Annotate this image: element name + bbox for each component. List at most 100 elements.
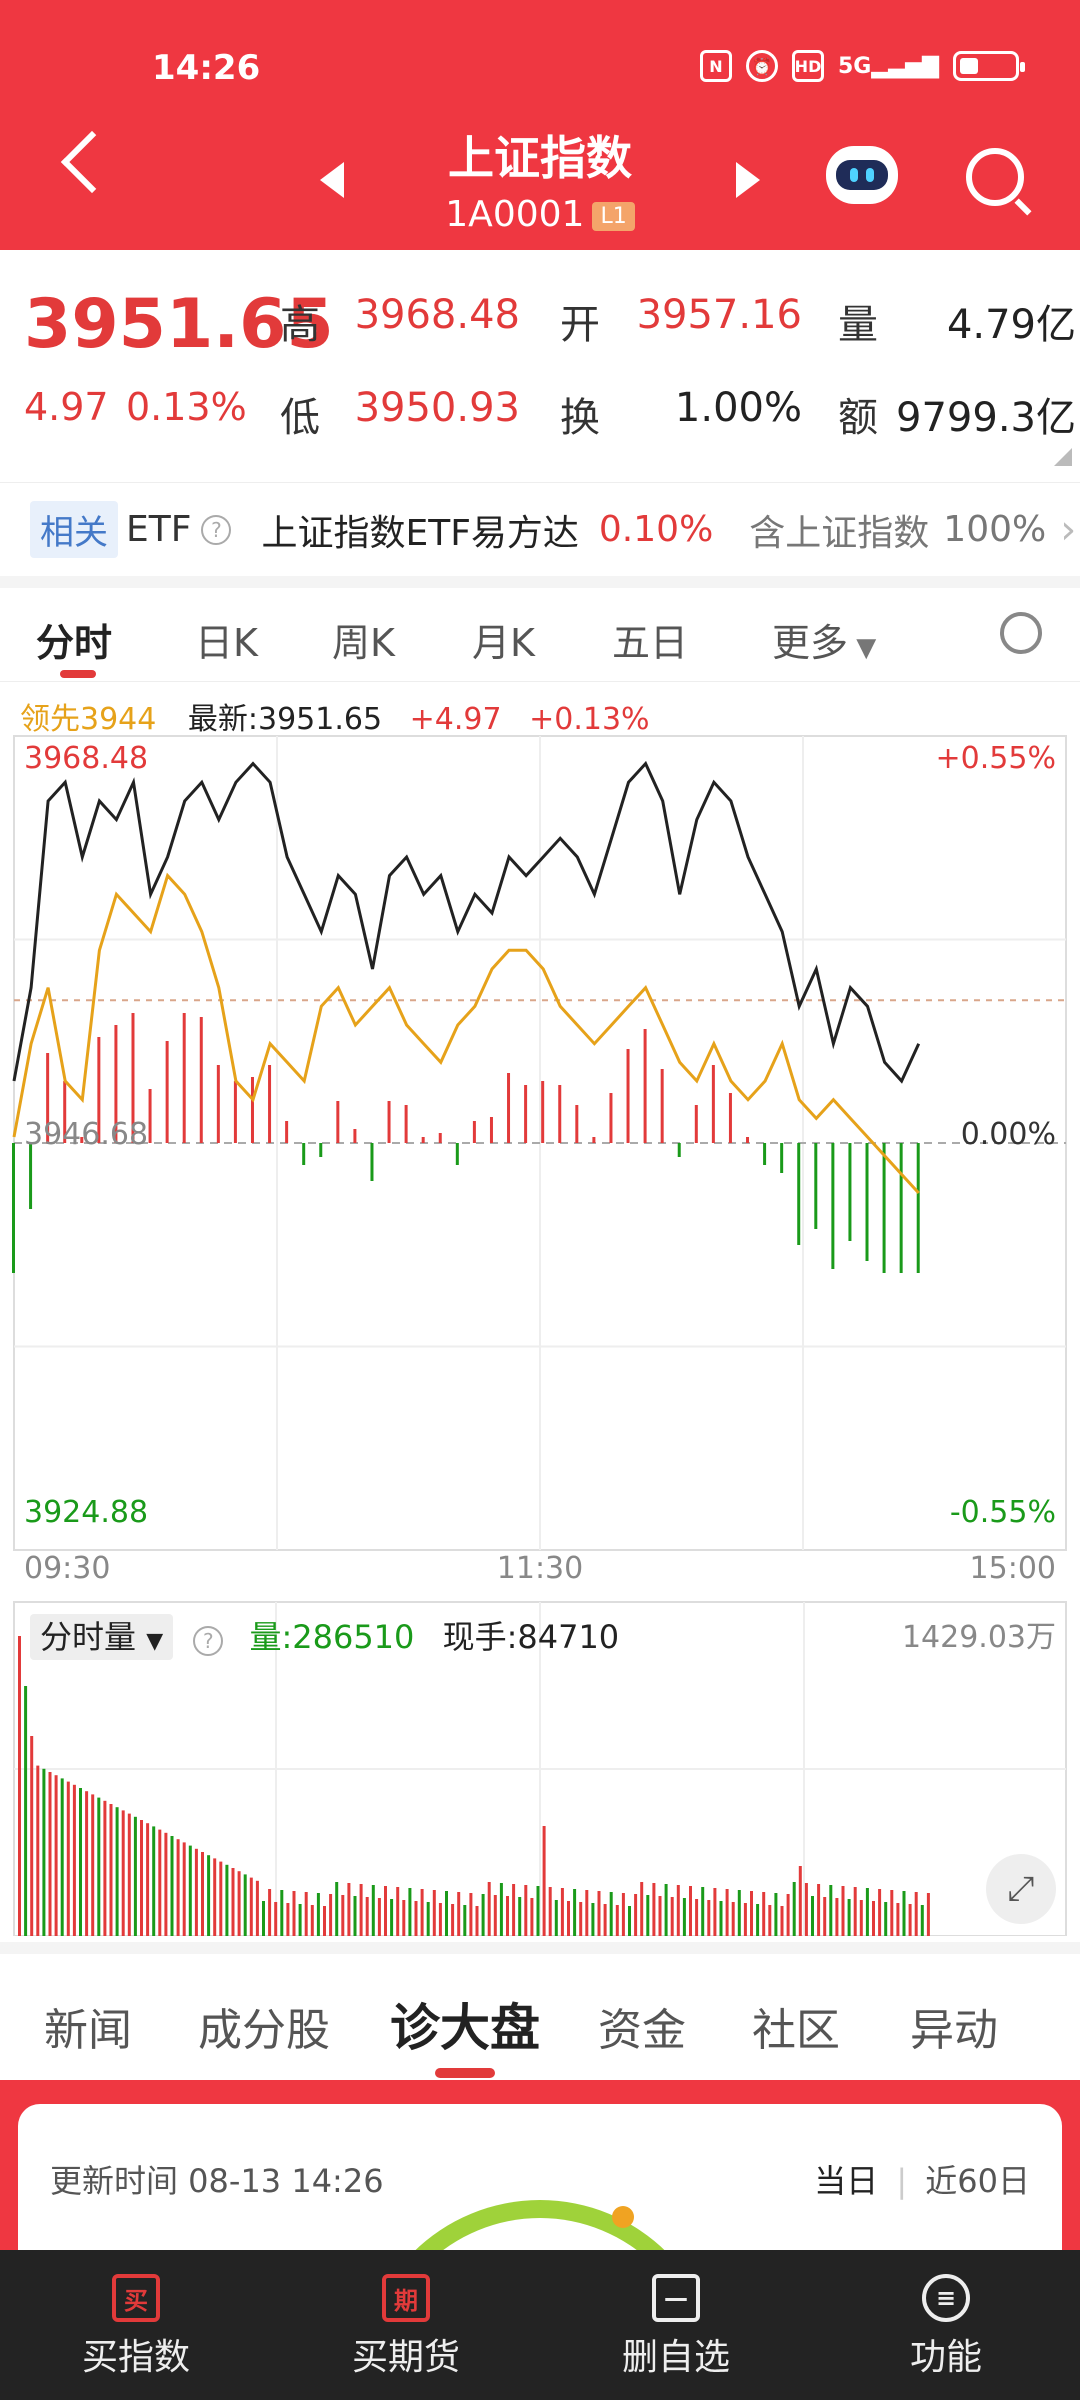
volume-bar [859, 1900, 863, 1936]
volume-bar [853, 1887, 857, 1936]
volume-bar [213, 1858, 217, 1936]
volume-bar [670, 1897, 674, 1936]
help-icon[interactable]: ? [193, 1626, 224, 1656]
volume-bar [634, 1894, 638, 1936]
next-stock-icon[interactable] [736, 162, 760, 198]
volume-bar [201, 1852, 204, 1936]
volume-bar [518, 1897, 522, 1936]
y-right-bottom: -0.55% [950, 1495, 1056, 1530]
tab-monthly-k[interactable]: 月K [472, 612, 535, 667]
functions-label: 功能 [909, 2337, 982, 2378]
diff-bar [694, 1105, 698, 1143]
update-time: 更新时间 08-13 14:26 [50, 2162, 384, 2200]
volume-bar [481, 1894, 485, 1936]
volume-bar [689, 1886, 692, 1936]
volume-bar [896, 1903, 900, 1936]
remove-watchlist-button[interactable]: — 删自选 [596, 2262, 756, 2380]
y-left-bottom: 3924.88 [24, 1495, 148, 1530]
volume-bar [188, 1845, 192, 1936]
diff-bar [660, 1069, 664, 1143]
volume-type-dropdown[interactable]: 分时量 ▼ [30, 1614, 174, 1660]
turnover-label: 换 [560, 395, 600, 441]
functions-button[interactable]: ≡ 功能 [866, 2262, 1026, 2380]
diff-bar [319, 1143, 323, 1157]
volume-bar [329, 1894, 333, 1936]
volume-bar [115, 1807, 119, 1936]
assistant-robot-icon[interactable] [826, 146, 898, 204]
dropdown-icon: ▼ [146, 1629, 164, 1654]
volume-bar [865, 1888, 869, 1936]
volume-bar [170, 1836, 174, 1936]
diff-bar [455, 1143, 459, 1165]
stock-code: 1A0001 L1 [0, 194, 1080, 235]
volume-bar [359, 1884, 363, 1936]
volume-bar [676, 1885, 680, 1936]
volume-bar [762, 1892, 766, 1936]
volume-bar [506, 1896, 509, 1936]
related-etf-bar[interactable]: 相关 ETF ? 上证指数ETF易方达 0.10% 含上证指数 100% › [0, 482, 1080, 576]
battery-icon [953, 51, 1026, 81]
volume-bar [310, 1905, 314, 1936]
tab-diagnosis[interactable]: 诊大盘 [390, 1988, 540, 2060]
period-today[interactable]: 当日 [814, 2162, 878, 2200]
volume-bar [548, 1887, 552, 1936]
volume-bar [908, 1904, 912, 1936]
tab-funds[interactable]: 资金 [598, 1994, 686, 2058]
volume-bar [54, 1775, 58, 1936]
diff-bar [421, 1137, 425, 1143]
help-icon[interactable]: ? [201, 514, 232, 545]
volume-bar [695, 1899, 699, 1936]
volume-bar [475, 1906, 479, 1936]
intraday-chart[interactable]: 3968.48 3946.68 3924.88 +0.55% 0.00% -0.… [0, 730, 1080, 1580]
diff-bar [882, 1143, 886, 1273]
diff-bar [507, 1073, 511, 1143]
tab-movements[interactable]: 异动 [910, 1994, 998, 2058]
diff-bar [268, 1065, 272, 1143]
tab-news[interactable]: 新闻 [44, 1994, 132, 2058]
volume-bar [756, 1904, 760, 1936]
tab-more[interactable]: 更多 ▼ [772, 612, 876, 667]
etf-fund-name: 上证指数ETF易方达 [261, 512, 579, 554]
volume-bar [194, 1848, 198, 1936]
buy-futures-button[interactable]: 期 买期货 [326, 2262, 486, 2380]
period-60days[interactable]: 近60日 [925, 2162, 1030, 2200]
volume-bar [737, 1890, 741, 1936]
volume-bar [914, 1892, 918, 1936]
tab-daily-k[interactable]: 日K [195, 612, 258, 667]
volume-bar [579, 1902, 583, 1936]
volume-bar [487, 1882, 491, 1936]
expand-corner-icon[interactable] [1054, 448, 1072, 466]
volume-bar [97, 1797, 101, 1936]
diff-bar [250, 1077, 254, 1143]
page-title: 上证指数 [448, 131, 632, 185]
tab-components[interactable]: 成分股 [198, 1994, 330, 2058]
tab-intraday[interactable]: 分时 [36, 612, 112, 667]
tab-five-day[interactable]: 五日 [612, 612, 688, 667]
low-value: 3950.93 [354, 385, 520, 431]
volume-bar [731, 1902, 735, 1936]
volume-bar [841, 1886, 845, 1936]
settings-icon[interactable] [1000, 612, 1042, 654]
volume-bar [146, 1823, 150, 1936]
volume-bar [182, 1842, 186, 1936]
volume-bar [79, 1788, 82, 1936]
volume-bar [585, 1890, 589, 1936]
diff-bar [592, 1137, 596, 1143]
volume-bar [72, 1784, 76, 1936]
etf-label: ETF [126, 509, 192, 550]
chevron-right-icon[interactable]: › [1060, 507, 1076, 553]
app-header: 14:26 N ⏰ HD 5G▂▃▅▇ 上证指数 1A0001 L1 [0, 0, 1080, 250]
fullscreen-icon[interactable]: ⤢ [986, 1854, 1056, 1924]
volume-bar [603, 1904, 607, 1936]
diff-bar [302, 1143, 306, 1165]
search-icon[interactable] [966, 148, 1024, 206]
diff-bar [763, 1143, 767, 1165]
tab-community[interactable]: 社区 [752, 1994, 840, 2058]
tab-weekly-k[interactable]: 周K [332, 612, 395, 667]
buy-index-button[interactable]: 买 买指数 [56, 2262, 216, 2380]
nfc-icon: N [700, 50, 732, 82]
high-label: 高 [280, 302, 320, 348]
volume-bar [426, 1902, 430, 1936]
volume-bar [42, 1768, 46, 1936]
chart-tabs [0, 588, 1080, 682]
